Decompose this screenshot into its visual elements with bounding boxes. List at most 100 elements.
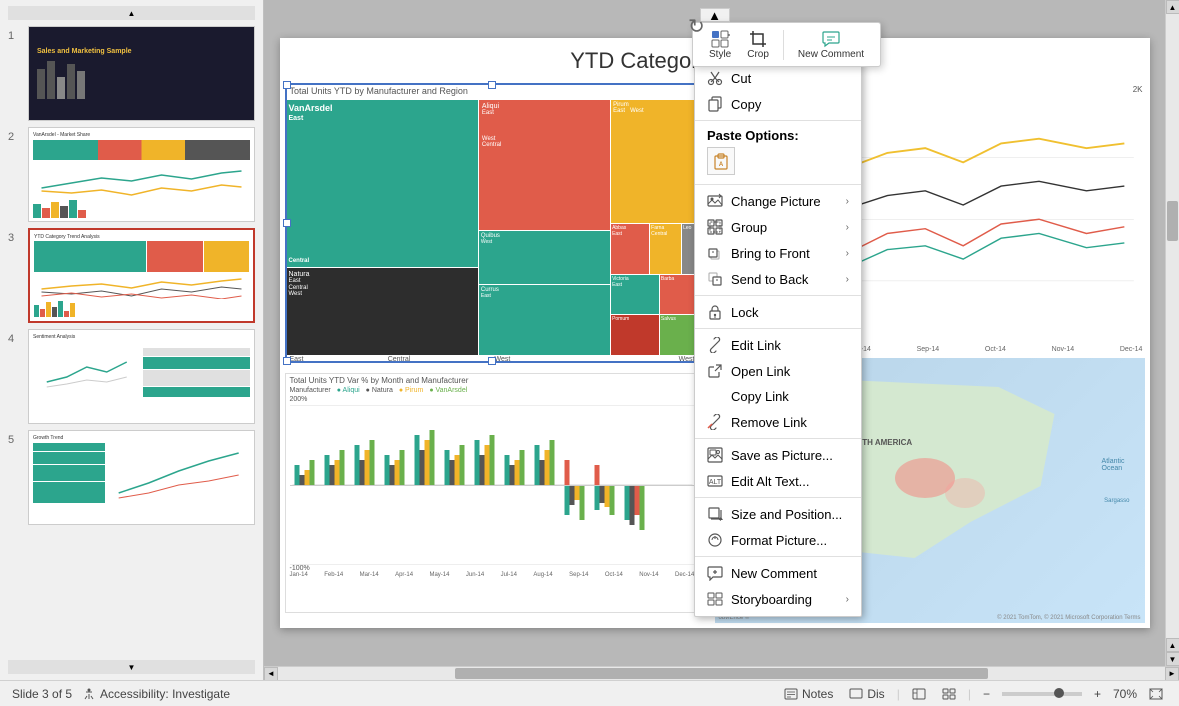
scroll-up-btn[interactable]: ▲ — [1166, 0, 1179, 14]
scroll-left-btn[interactable]: ◄ — [264, 667, 278, 681]
size-pos-icon — [707, 506, 723, 522]
fit-slide-btn[interactable] — [1145, 686, 1167, 702]
menu-item-remove-link[interactable]: Remove Link — [695, 409, 861, 435]
slide-img-2[interactable]: VanArsdel - Market Share — [28, 127, 255, 222]
menu-item-format-picture[interactable]: Format Picture... — [695, 527, 861, 553]
comment-icon-mini — [821, 29, 841, 49]
storyboarding-arrow: › — [846, 594, 849, 605]
zoom-plus-btn[interactable]: + — [1090, 685, 1105, 703]
size-position-label: Size and Position... — [731, 507, 849, 522]
slide-thumb-3[interactable]: 3 YTD Category Trend Analysis — [8, 228, 255, 323]
zoom-thumb[interactable] — [1054, 688, 1064, 698]
slide-img-1[interactable]: Sales and Marketing Sample — [28, 26, 255, 121]
crop-button[interactable]: Crop — [741, 27, 775, 62]
h-scroll-track[interactable] — [278, 667, 1165, 680]
slide-thumb-5[interactable]: 5 Growth Trend — [8, 430, 255, 525]
status-right: Notes Dis | — [780, 685, 1167, 703]
display-btn[interactable]: Dis — [845, 685, 888, 703]
menu-item-change-picture[interactable]: Change Picture › — [695, 188, 861, 214]
edit-alt-text-label: Edit Alt Text... — [731, 474, 849, 489]
slide-sorter-btn[interactable] — [938, 686, 960, 702]
bring-front-icon — [707, 245, 723, 261]
menu-item-copy[interactable]: Copy — [695, 91, 861, 117]
menu-item-edit-link[interactable]: Edit Link — [695, 332, 861, 358]
toolbar-mini: Style Crop — [692, 22, 881, 67]
normal-view-icon — [912, 688, 926, 700]
status-left: Slide 3 of 5 Accessibility: Investigate — [12, 687, 768, 701]
scroll-right-btn[interactable]: ► — [1165, 667, 1179, 681]
accessibility-btn[interactable]: Accessibility: Investigate — [82, 687, 230, 701]
edit-link-icon — [707, 337, 723, 353]
menu-item-lock[interactable]: Lock — [695, 299, 861, 325]
style-label: Style — [709, 49, 731, 60]
notes-btn[interactable]: Notes — [780, 685, 837, 703]
h-scroll-thumb[interactable] — [455, 668, 987, 679]
accessibility-icon — [82, 687, 96, 701]
menu-item-group[interactable]: Group › — [695, 214, 861, 240]
status-divider-2: | — [968, 687, 971, 701]
slide-img-3[interactable]: YTD Category Trend Analysis — [28, 228, 255, 323]
treemap-chart[interactable]: Total Units YTD by Manufacturer and Regi… — [285, 83, 700, 363]
scroll-track[interactable] — [1166, 14, 1179, 638]
treemap-label: Total Units YTD by Manufacturer and Regi… — [286, 84, 699, 98]
open-link-icon — [707, 363, 723, 379]
new-comment-button-mini[interactable]: New Comment — [792, 27, 870, 62]
slide-thumb-2[interactable]: 2 VanArsdel - Market Share — [8, 127, 255, 222]
menu-item-save-picture[interactable]: Save as Picture... — [695, 442, 861, 468]
rotate-handle[interactable]: ↻ — [688, 14, 705, 39]
menu-item-cut[interactable]: Cut — [695, 65, 861, 91]
menu-item-size-position[interactable]: Size and Position... — [695, 501, 861, 527]
menu-divider-1 — [695, 120, 861, 121]
bar-chart[interactable]: Total Units YTD Var % by Month and Manuf… — [285, 373, 700, 613]
app-container: ▲ 1 Sales and Marketing Sample — [0, 0, 1179, 706]
copy-link-label: Copy Link — [707, 389, 849, 404]
slide-img-5[interactable]: Growth Trend — [28, 430, 255, 525]
crop-label: Crop — [747, 49, 769, 60]
menu-item-new-comment[interactable]: New Comment — [695, 560, 861, 586]
menu-divider-2 — [695, 184, 861, 185]
slide-panel-scroll-up[interactable]: ▲ — [8, 6, 255, 20]
status-bar: Slide 3 of 5 Accessibility: Investigate … — [0, 680, 1179, 706]
bring-front-label: Bring to Front — [731, 246, 838, 261]
change-picture-label: Change Picture — [731, 194, 838, 209]
scissors-icon — [707, 70, 723, 86]
scroll-thumb[interactable] — [1167, 201, 1178, 241]
slide-img-4[interactable]: Sentiment Analysis — [28, 329, 255, 424]
storyboard-icon — [707, 591, 723, 607]
group-label: Group — [731, 220, 838, 235]
bar-chart-label: Total Units YTD Var % by Month and Manuf… — [286, 374, 699, 387]
slide-info: Slide 3 of 5 — [12, 687, 72, 701]
paste-options-label: Paste Options: — [707, 128, 849, 143]
menu-divider-3 — [695, 295, 861, 296]
slide-thumb-4[interactable]: 4 Sentiment Analysis — [8, 329, 255, 424]
zoom-slider[interactable] — [1002, 692, 1082, 696]
slide-panel-scroll-down[interactable]: ▼ — [8, 660, 255, 674]
menu-item-bring-front[interactable]: Bring to Front › — [695, 240, 861, 266]
cut-label: Cut — [731, 71, 849, 86]
paste-icon-btn-1[interactable]: A — [707, 147, 735, 175]
zoom-plus-label: + — [1094, 687, 1101, 701]
slide-sorter-icon — [942, 688, 956, 700]
remove-link-label: Remove Link — [731, 415, 849, 430]
new-comment-menu-label: New Comment — [731, 566, 849, 581]
normal-view-btn[interactable] — [908, 686, 930, 702]
save-picture-icon — [707, 447, 723, 463]
alt-text-icon: ALT — [707, 473, 723, 489]
scroll-down-btn-1[interactable]: ▲ — [1166, 638, 1179, 652]
menu-item-alt-text[interactable]: ALT Edit Alt Text... — [695, 468, 861, 494]
lock-label: Lock — [731, 305, 849, 320]
menu-item-send-back[interactable]: Send to Back › — [695, 266, 861, 292]
menu-item-open-link[interactable]: Open Link — [695, 358, 861, 384]
slide-num-4: 4 — [8, 333, 22, 345]
scroll-down-btn-2[interactable]: ▼ — [1166, 652, 1179, 666]
send-back-label: Send to Back — [731, 272, 838, 287]
edit-link-label: Edit Link — [731, 338, 849, 353]
slide-thumb-1[interactable]: 1 Sales and Marketing Sample — [8, 26, 255, 121]
menu-item-copy-link[interactable]: Copy Link — [695, 384, 861, 409]
canvas-inner: ▲ YTD Category Trend Analysis — [264, 0, 1179, 666]
accessibility-label: Accessibility: Investigate — [100, 687, 230, 701]
style-button[interactable]: Style — [703, 27, 737, 62]
zoom-minus-btn[interactable]: − — [979, 685, 994, 703]
paste-clipboard-icon: A — [712, 152, 730, 170]
menu-item-storyboarding[interactable]: Storyboarding › — [695, 586, 861, 612]
